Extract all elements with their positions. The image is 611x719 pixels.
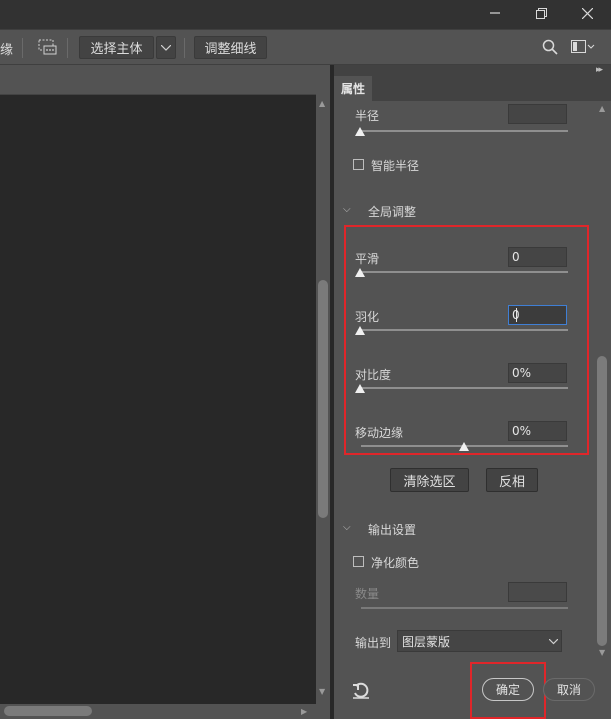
canvas[interactable] bbox=[0, 95, 316, 704]
shift-edge-slider-thumb[interactable] bbox=[459, 442, 469, 451]
separator bbox=[22, 38, 23, 58]
restore-icon bbox=[535, 7, 547, 19]
smart-radius-checkbox[interactable] bbox=[353, 159, 364, 170]
refine-hair-button[interactable]: 调整细线 bbox=[194, 36, 267, 59]
decontaminate-checkbox[interactable] bbox=[353, 556, 364, 567]
comment-tool[interactable] bbox=[38, 39, 58, 60]
feather-slider-track[interactable] bbox=[361, 329, 568, 331]
clear-selection-button[interactable]: 清除选区 bbox=[390, 468, 469, 492]
smooth-slider-thumb[interactable] bbox=[355, 268, 365, 277]
restore-button[interactable] bbox=[526, 0, 556, 26]
global-adjustments-title[interactable]: 全局调整 bbox=[368, 203, 416, 220]
amount-slider-track[interactable] bbox=[361, 607, 568, 609]
workspace-icon bbox=[571, 40, 595, 53]
radius-slider-track[interactable] bbox=[361, 130, 568, 132]
minimize-icon bbox=[490, 12, 500, 14]
minimize-button[interactable] bbox=[480, 0, 510, 26]
feather-slider-thumb[interactable] bbox=[355, 326, 365, 335]
chevron-down-icon bbox=[549, 639, 558, 645]
speech-bubble-icon bbox=[38, 39, 57, 55]
decontaminate-label: 净化颜色 bbox=[371, 556, 420, 570]
shift-edge-field[interactable]: 0% bbox=[508, 421, 567, 441]
partial-label: 缘 bbox=[0, 43, 14, 58]
panel-scroll-down-icon[interactable]: ▼ bbox=[599, 648, 605, 657]
scroll-down-icon[interactable]: ▼ bbox=[319, 687, 325, 696]
chevron-down-icon[interactable]: ⌵ bbox=[343, 204, 351, 215]
contrast-slider-track[interactable] bbox=[361, 387, 568, 389]
panel-scroll-up-icon[interactable]: ▲ bbox=[599, 104, 605, 113]
contrast-slider-thumb[interactable] bbox=[355, 384, 365, 393]
radius-slider-thumb[interactable] bbox=[355, 127, 365, 136]
chevron-down-icon[interactable]: ⌵ bbox=[343, 522, 351, 533]
output-to-label: 输出到 bbox=[355, 636, 392, 650]
separator bbox=[184, 38, 185, 58]
select-subject-dropdown[interactable] bbox=[156, 36, 176, 59]
search-icon bbox=[542, 39, 558, 55]
contrast-field[interactable]: 0% bbox=[508, 363, 567, 383]
collapse-panel-icon[interactable]: ▸▸ bbox=[596, 65, 603, 75]
panel-scroll-thumb[interactable] bbox=[597, 356, 607, 646]
smooth-label: 平滑 bbox=[355, 252, 380, 266]
title-bar bbox=[0, 0, 611, 29]
chevron-down-icon bbox=[161, 44, 171, 51]
amount-field[interactable] bbox=[508, 582, 567, 602]
contrast-label: 对比度 bbox=[355, 368, 392, 382]
canvas-horizontal-scroll-thumb[interactable] bbox=[4, 706, 92, 716]
ok-button[interactable]: 确定 bbox=[482, 678, 534, 701]
scroll-right-icon[interactable]: ▶ bbox=[301, 707, 307, 716]
text-cursor bbox=[516, 308, 517, 322]
search-button[interactable] bbox=[542, 39, 558, 58]
output-to-value: 图层蒙版 bbox=[402, 634, 451, 649]
select-subject-button[interactable]: 选择主体 bbox=[79, 36, 154, 59]
canvas-ruler-area bbox=[0, 65, 316, 95]
invert-button[interactable]: 反相 bbox=[486, 468, 538, 492]
shift-edge-label: 移动边缘 bbox=[355, 426, 404, 440]
reset-icon bbox=[353, 682, 369, 699]
radius-field[interactable] bbox=[508, 104, 567, 124]
feather-label: 羽化 bbox=[355, 310, 380, 324]
smart-radius-label: 智能半径 bbox=[371, 159, 420, 173]
smooth-field[interactable]: 0 bbox=[508, 247, 567, 267]
canvas-vertical-scroll-thumb[interactable] bbox=[318, 280, 328, 518]
amount-label: 数量 bbox=[355, 587, 380, 601]
output-settings-title[interactable]: 输出设置 bbox=[368, 521, 416, 538]
scroll-up-icon[interactable]: ▲ bbox=[319, 99, 325, 108]
separator bbox=[67, 38, 68, 58]
close-icon bbox=[581, 7, 593, 19]
tab-properties[interactable]: 属性 bbox=[334, 76, 372, 101]
smooth-slider-track[interactable] bbox=[361, 271, 568, 273]
options-bar: 缘 选择主体 调整细线 bbox=[0, 29, 611, 65]
reset-button[interactable] bbox=[352, 682, 370, 703]
panel-tab-bar: ▸▸ bbox=[334, 65, 611, 101]
cancel-button[interactable]: 取消 bbox=[543, 678, 595, 701]
close-button[interactable] bbox=[572, 0, 602, 26]
radius-label: 半径 bbox=[355, 109, 380, 123]
workspace-button[interactable] bbox=[571, 40, 595, 57]
output-to-select[interactable]: 图层蒙版 bbox=[397, 630, 562, 652]
